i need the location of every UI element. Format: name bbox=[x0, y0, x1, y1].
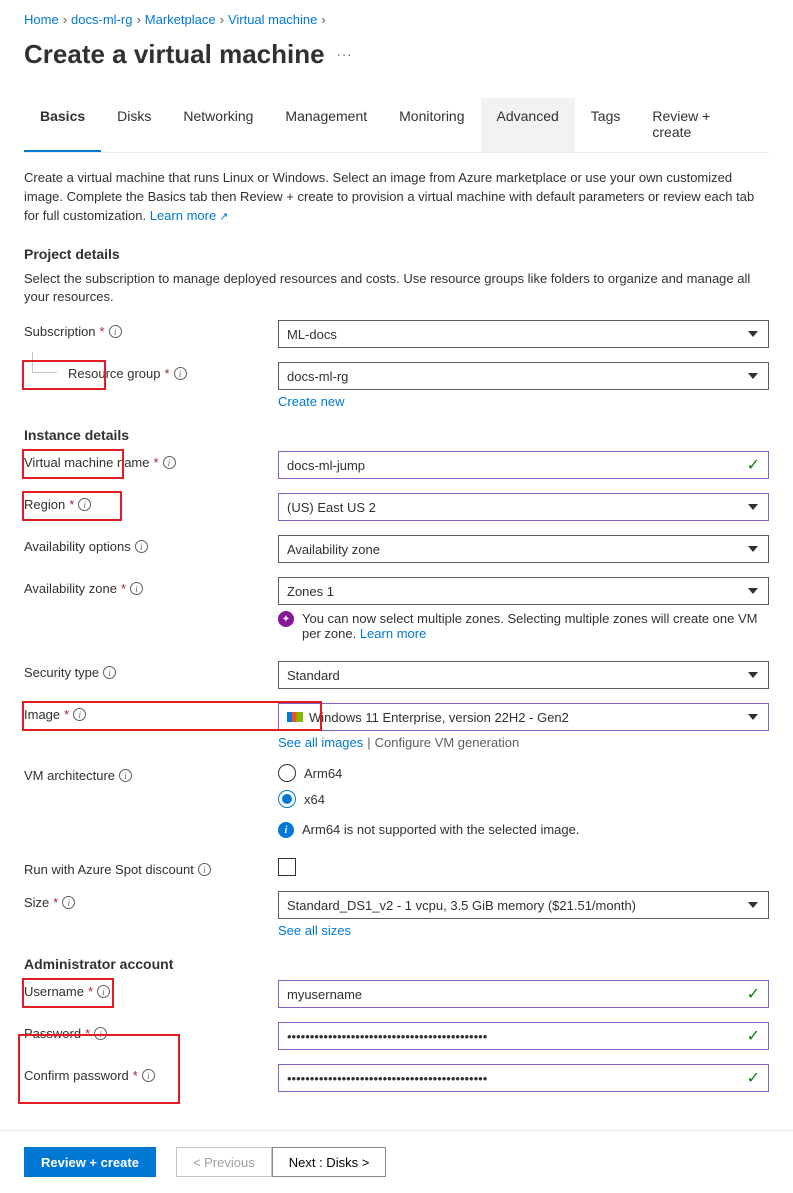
instance-details-title: Instance details bbox=[24, 427, 769, 443]
info-icon[interactable]: i bbox=[73, 708, 86, 721]
password-label: Password bbox=[24, 1026, 81, 1041]
intro-text: Create a virtual machine that runs Linux… bbox=[24, 169, 769, 226]
tab-review[interactable]: Review + create bbox=[636, 98, 769, 152]
admin-title: Administrator account bbox=[24, 956, 769, 972]
see-sizes-link[interactable]: See all sizes bbox=[278, 923, 351, 938]
tab-disks[interactable]: Disks bbox=[101, 98, 167, 152]
tab-tags[interactable]: Tags bbox=[575, 98, 637, 152]
learn-more-link[interactable]: Learn more bbox=[150, 208, 229, 223]
info-icon[interactable]: i bbox=[198, 863, 211, 876]
subscription-select[interactable]: ML-docs bbox=[278, 320, 769, 348]
subscription-label: Subscription bbox=[24, 324, 96, 339]
checkmark-icon: ✓ bbox=[747, 1068, 760, 1088]
avail-opts-label: Availability options bbox=[24, 539, 131, 554]
tab-networking[interactable]: Networking bbox=[167, 98, 269, 152]
info-icon[interactable]: i bbox=[130, 582, 143, 595]
tabs: Basics Disks Networking Management Monit… bbox=[24, 98, 769, 153]
spot-checkbox[interactable] bbox=[278, 858, 296, 876]
breadcrumb-rg[interactable]: docs-ml-rg bbox=[71, 12, 132, 27]
tab-monitoring[interactable]: Monitoring bbox=[383, 98, 480, 152]
info-icon[interactable]: i bbox=[94, 1027, 107, 1040]
breadcrumb-vm[interactable]: Virtual machine bbox=[228, 12, 317, 27]
info-icon[interactable]: i bbox=[109, 325, 122, 338]
info-icon[interactable]: i bbox=[174, 367, 187, 380]
info-note-icon: i bbox=[278, 822, 294, 838]
confirm-label: Confirm password bbox=[24, 1068, 129, 1083]
region-label: Region bbox=[24, 497, 65, 512]
info-icon[interactable]: i bbox=[142, 1069, 155, 1082]
project-details-desc: Select the subscription to manage deploy… bbox=[24, 270, 769, 306]
see-images-link[interactable]: See all images bbox=[278, 735, 363, 750]
avail-opts-select[interactable]: Availability zone bbox=[278, 535, 769, 563]
info-icon[interactable]: i bbox=[119, 769, 132, 782]
review-create-button[interactable]: Review + create bbox=[24, 1147, 156, 1177]
page-title: Create a virtual machine bbox=[24, 39, 325, 70]
project-details-title: Project details bbox=[24, 246, 769, 262]
rg-label: Resource group bbox=[68, 366, 161, 381]
rg-select[interactable]: docs-ml-rg bbox=[278, 362, 769, 390]
arch-arm64[interactable]: Arm64 bbox=[278, 764, 769, 782]
username-input[interactable]: myusername✓ bbox=[278, 980, 769, 1008]
tab-basics[interactable]: Basics bbox=[24, 98, 101, 152]
checkmark-icon: ✓ bbox=[747, 1026, 760, 1046]
next-button[interactable]: Next : Disks > bbox=[272, 1147, 387, 1177]
configure-gen: Configure VM generation bbox=[375, 735, 520, 750]
footer: Review + create < Previous Next : Disks … bbox=[0, 1130, 793, 1193]
confirm-input[interactable]: ••••••••••••••••••••••••••••••••••••••••… bbox=[278, 1064, 769, 1092]
more-icon[interactable]: ··· bbox=[337, 47, 353, 62]
spot-label: Run with Azure Spot discount bbox=[24, 862, 194, 877]
size-select[interactable]: Standard_DS1_v2 - 1 vcpu, 3.5 GiB memory… bbox=[278, 891, 769, 919]
vm-name-input[interactable]: docs-ml-jump✓ bbox=[278, 451, 769, 479]
info-icon[interactable]: i bbox=[62, 896, 75, 909]
avail-zone-label: Availability zone bbox=[24, 581, 117, 596]
checkmark-icon: ✓ bbox=[747, 984, 760, 1004]
image-select[interactable]: Windows 11 Enterprise, version 22H2 - Ge… bbox=[278, 703, 769, 731]
windows-icon bbox=[287, 712, 303, 722]
security-select[interactable]: Standard bbox=[278, 661, 769, 689]
rocket-icon: ✦ bbox=[278, 611, 294, 627]
size-label: Size bbox=[24, 895, 49, 910]
zone-learn-more[interactable]: Learn more bbox=[360, 626, 426, 641]
arch-x64[interactable]: x64 bbox=[278, 790, 769, 808]
info-icon[interactable]: i bbox=[78, 498, 91, 511]
create-new-link[interactable]: Create new bbox=[278, 394, 344, 409]
zone-note: You can now select multiple zones. Selec… bbox=[302, 611, 769, 641]
arch-note: Arm64 is not supported with the selected… bbox=[302, 822, 579, 837]
image-label: Image bbox=[24, 707, 60, 722]
info-icon[interactable]: i bbox=[135, 540, 148, 553]
checkmark-icon: ✓ bbox=[747, 455, 760, 475]
vm-name-label: Virtual machine name bbox=[24, 455, 150, 470]
breadcrumb: Home› docs-ml-rg› Marketplace› Virtual m… bbox=[24, 0, 769, 35]
breadcrumb-home[interactable]: Home bbox=[24, 12, 59, 27]
tab-advanced[interactable]: Advanced bbox=[481, 98, 575, 152]
password-input[interactable]: ••••••••••••••••••••••••••••••••••••••••… bbox=[278, 1022, 769, 1050]
previous-button[interactable]: < Previous bbox=[176, 1147, 272, 1177]
info-icon[interactable]: i bbox=[163, 456, 176, 469]
info-icon[interactable]: i bbox=[97, 985, 110, 998]
breadcrumb-marketplace[interactable]: Marketplace bbox=[145, 12, 216, 27]
region-select[interactable]: (US) East US 2 bbox=[278, 493, 769, 521]
arch-label: VM architecture bbox=[24, 768, 115, 783]
avail-zone-select[interactable]: Zones 1 bbox=[278, 577, 769, 605]
username-label: Username bbox=[24, 984, 84, 999]
info-icon[interactable]: i bbox=[103, 666, 116, 679]
security-label: Security type bbox=[24, 665, 99, 680]
tab-management[interactable]: Management bbox=[269, 98, 383, 152]
